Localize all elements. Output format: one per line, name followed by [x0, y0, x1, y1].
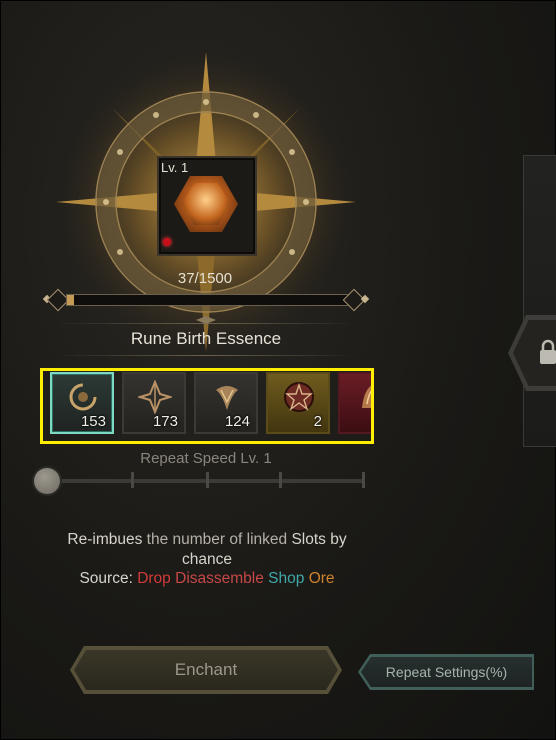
- enchant-button[interactable]: Enchant: [74, 650, 338, 690]
- rune-level: Lv. 1: [161, 160, 189, 175]
- source-shop-link[interactable]: Shop: [268, 570, 304, 587]
- desc-word: the number of linked: [146, 531, 288, 548]
- notification-dot-icon: [163, 238, 171, 246]
- desc-word: by: [330, 531, 347, 548]
- repeat-speed-slider-knob[interactable]: [34, 468, 60, 494]
- slider-tick: [279, 472, 282, 488]
- side-panel: [523, 155, 556, 447]
- repeat-speed-label: Repeat Speed Lv. 1: [140, 450, 272, 467]
- repeat-speed-slider-track[interactable]: [46, 479, 364, 483]
- rune-progress-text: 37/1500: [177, 270, 233, 287]
- desc-word: Re-imbues: [67, 531, 143, 548]
- rune-name: Rune Birth Essence: [130, 329, 282, 348]
- title-divider-bottom: [56, 355, 356, 356]
- title-ornament-icon: [196, 316, 216, 324]
- rune-description: Re-imbues the number of linked Slots by …: [40, 530, 374, 570]
- slider-tick: [131, 472, 134, 488]
- slider-tick: [206, 472, 209, 488]
- rune-progress-bar: [42, 288, 370, 312]
- source-label: Source:: [79, 570, 133, 587]
- slider-tick: [362, 472, 365, 488]
- progress-track: [66, 294, 348, 306]
- desc-word: chance: [182, 551, 232, 568]
- lock-icon: [540, 339, 556, 364]
- progress-fill: [67, 295, 74, 305]
- source-drop-link[interactable]: Drop: [137, 570, 171, 587]
- source-ore-link[interactable]: Ore: [309, 570, 335, 587]
- source-disassemble-link[interactable]: Disassemble: [175, 570, 264, 587]
- source-line: Source: Drop Disassemble Shop Ore: [40, 570, 374, 588]
- desc-word: Slots: [291, 531, 326, 548]
- slot-highlight-box: [40, 368, 374, 444]
- repeat-settings-button[interactable]: Repeat Settings(%): [361, 657, 532, 687]
